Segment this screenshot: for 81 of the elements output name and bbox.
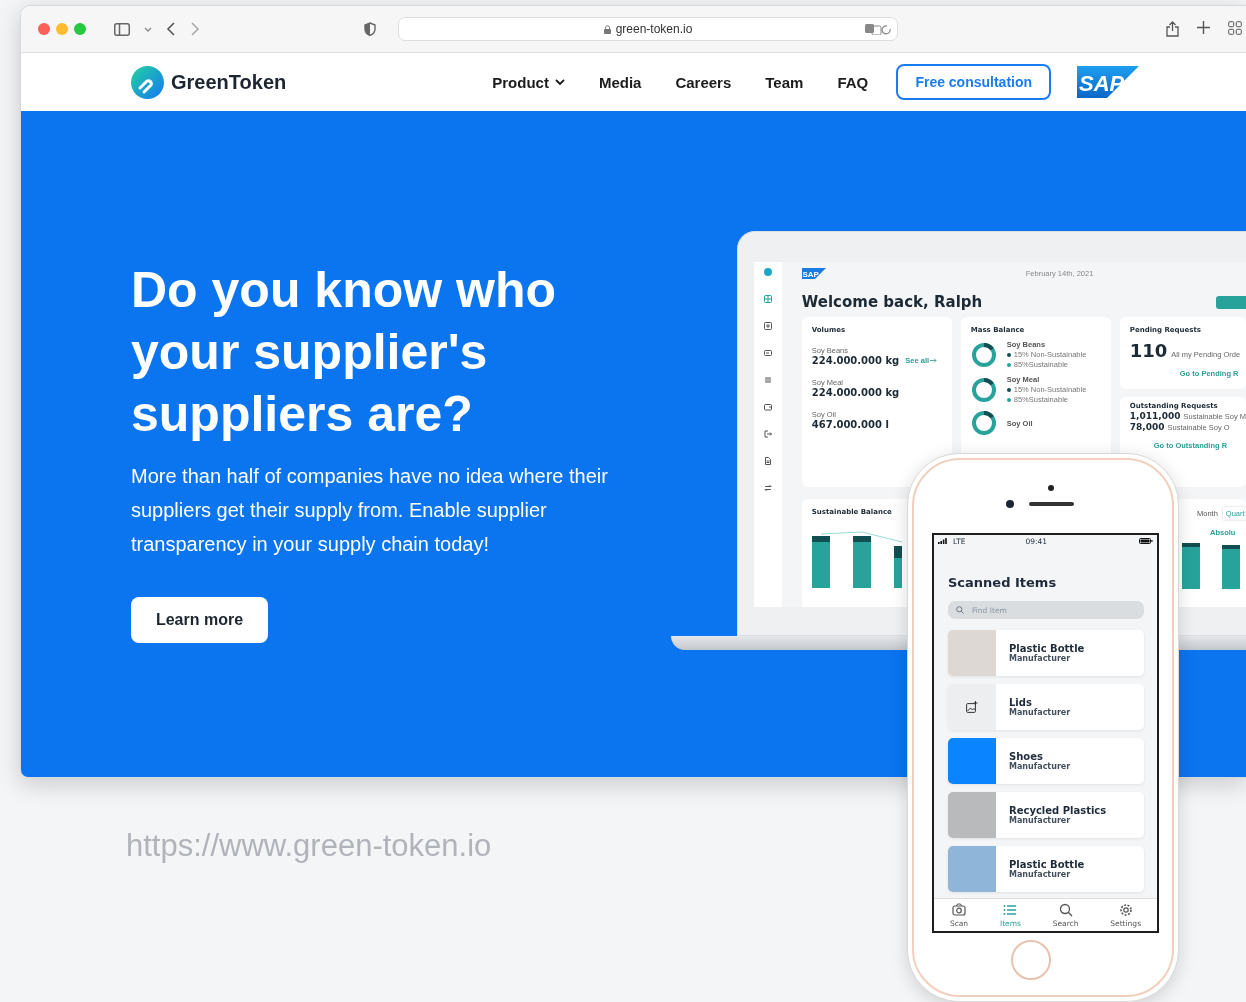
- nav-link[interactable]: Media: [598, 73, 642, 91]
- hero-headline: Do you know who your supplier's suppliers are?: [131, 261, 557, 444]
- card-icon[interactable]: [763, 349, 772, 357]
- add-image-icon: [966, 701, 978, 713]
- translate-icon[interactable]: [865, 23, 891, 35]
- website-url: https://www.green-token.io: [126, 828, 492, 864]
- legend-dot: [1006, 387, 1011, 392]
- back-icon[interactable]: [166, 22, 176, 36]
- list-icon[interactable]: [763, 376, 772, 384]
- chevron-down-icon: [554, 79, 565, 85]
- consultation-button[interactable]: Free consultation: [896, 64, 1052, 100]
- chevron-down-icon[interactable]: [144, 26, 152, 32]
- screen-title: Scanned Items: [948, 575, 1058, 590]
- dashboard-title: Welcome back, Ralph: [801, 293, 983, 311]
- swap-icon[interactable]: [763, 484, 772, 492]
- camera-icon: [952, 902, 966, 917]
- nav-link[interactable]: Team: [765, 73, 804, 91]
- donut-chart: [970, 341, 997, 368]
- action-button[interactable]: [1216, 295, 1246, 309]
- legend-dot: [1006, 397, 1011, 402]
- partner-logo: SAP: [1077, 66, 1140, 98]
- item-subtitle: Manufacturer: [1009, 762, 1071, 771]
- metric-value: 467.000.000 l: [811, 419, 889, 430]
- nav-link[interactable]: Careers: [675, 73, 732, 91]
- logo-icon: [131, 65, 164, 99]
- plus-square-icon[interactable]: [763, 322, 772, 330]
- chart-bar: [1222, 545, 1240, 589]
- wallet-icon[interactable]: [763, 403, 772, 411]
- metric-value: 78,000: [1129, 422, 1165, 433]
- legend-dot: [1006, 352, 1011, 357]
- item-subtitle: Manufacturer: [1009, 654, 1072, 663]
- window-control-button[interactable]: [38, 23, 50, 35]
- list-item[interactable]: Shoes Manufacturer: [948, 738, 1144, 784]
- chart-bar: [1182, 543, 1200, 589]
- list-item[interactable]: Lids Manufacturer: [948, 684, 1144, 730]
- learn-more-button[interactable]: Learn more: [131, 597, 268, 643]
- shield-icon[interactable]: [364, 22, 376, 36]
- chart-bar: [893, 546, 902, 588]
- chart-bar: [852, 536, 871, 588]
- document-icon[interactable]: [763, 457, 772, 465]
- metric-value: 1,011,000: [1129, 411, 1181, 422]
- grid-icon[interactable]: [763, 295, 772, 303]
- search-icon: [1058, 902, 1073, 917]
- list-item[interactable]: Recycled Plastics Manufacturer: [948, 792, 1144, 838]
- hero-description: More than half of companies have no idea where their suppliers get their supply from. Enable supplier transparency in your supply chain today!: [131, 464, 609, 557]
- sidebar-icon[interactable]: [114, 22, 130, 36]
- settings-icon: [1118, 902, 1133, 917]
- legend-dot: [1006, 362, 1011, 367]
- list-icon: [1003, 902, 1018, 917]
- item-subtitle: Manufacturer: [1009, 816, 1072, 825]
- list-item[interactable]: Plastic Bottle Manufacturer: [948, 846, 1144, 892]
- battery-icon: [1139, 538, 1153, 544]
- share-icon[interactable]: [1166, 21, 1179, 37]
- brand-name: GreenToken: [171, 70, 287, 94]
- item-subtitle: Manufacturer: [1009, 708, 1071, 717]
- pending-count: 110: [1129, 340, 1168, 361]
- metric-value: 224.000.000 kg: [811, 355, 900, 366]
- item-title: Plastic Bottle: [1009, 643, 1085, 654]
- arrow-right-icon: [930, 358, 938, 363]
- item-title: Plastic Bottle: [1009, 859, 1085, 870]
- url-text: green-token.io: [615, 22, 693, 36]
- plus-icon[interactable]: [1197, 21, 1210, 34]
- item-title: Lids: [1009, 697, 1033, 708]
- lock-icon: [603, 24, 611, 34]
- item-title: Recycled Plastics: [1009, 805, 1107, 816]
- partner-logo: SAP: [801, 268, 826, 279]
- list-item[interactable]: Plastic Bottle Manufacturer: [948, 630, 1144, 676]
- item-subtitle: Manufacturer: [1009, 870, 1072, 879]
- metric-value: 224.000.000 kg: [811, 387, 900, 398]
- tabs-grid-icon[interactable]: [1228, 21, 1242, 35]
- chart-bar: [811, 536, 830, 588]
- exit-icon[interactable]: [763, 430, 772, 438]
- address-bar[interactable]: green-token.io: [398, 17, 898, 41]
- nav-link[interactable]: Product: [492, 73, 565, 91]
- logo-icon: [763, 268, 772, 276]
- item-title: Shoes: [1009, 751, 1044, 762]
- donut-chart: [970, 376, 997, 403]
- signal-icon: [938, 538, 947, 544]
- donut-chart: [970, 410, 997, 436]
- nav-link[interactable]: FAQ: [837, 73, 869, 91]
- search-icon: [956, 606, 964, 614]
